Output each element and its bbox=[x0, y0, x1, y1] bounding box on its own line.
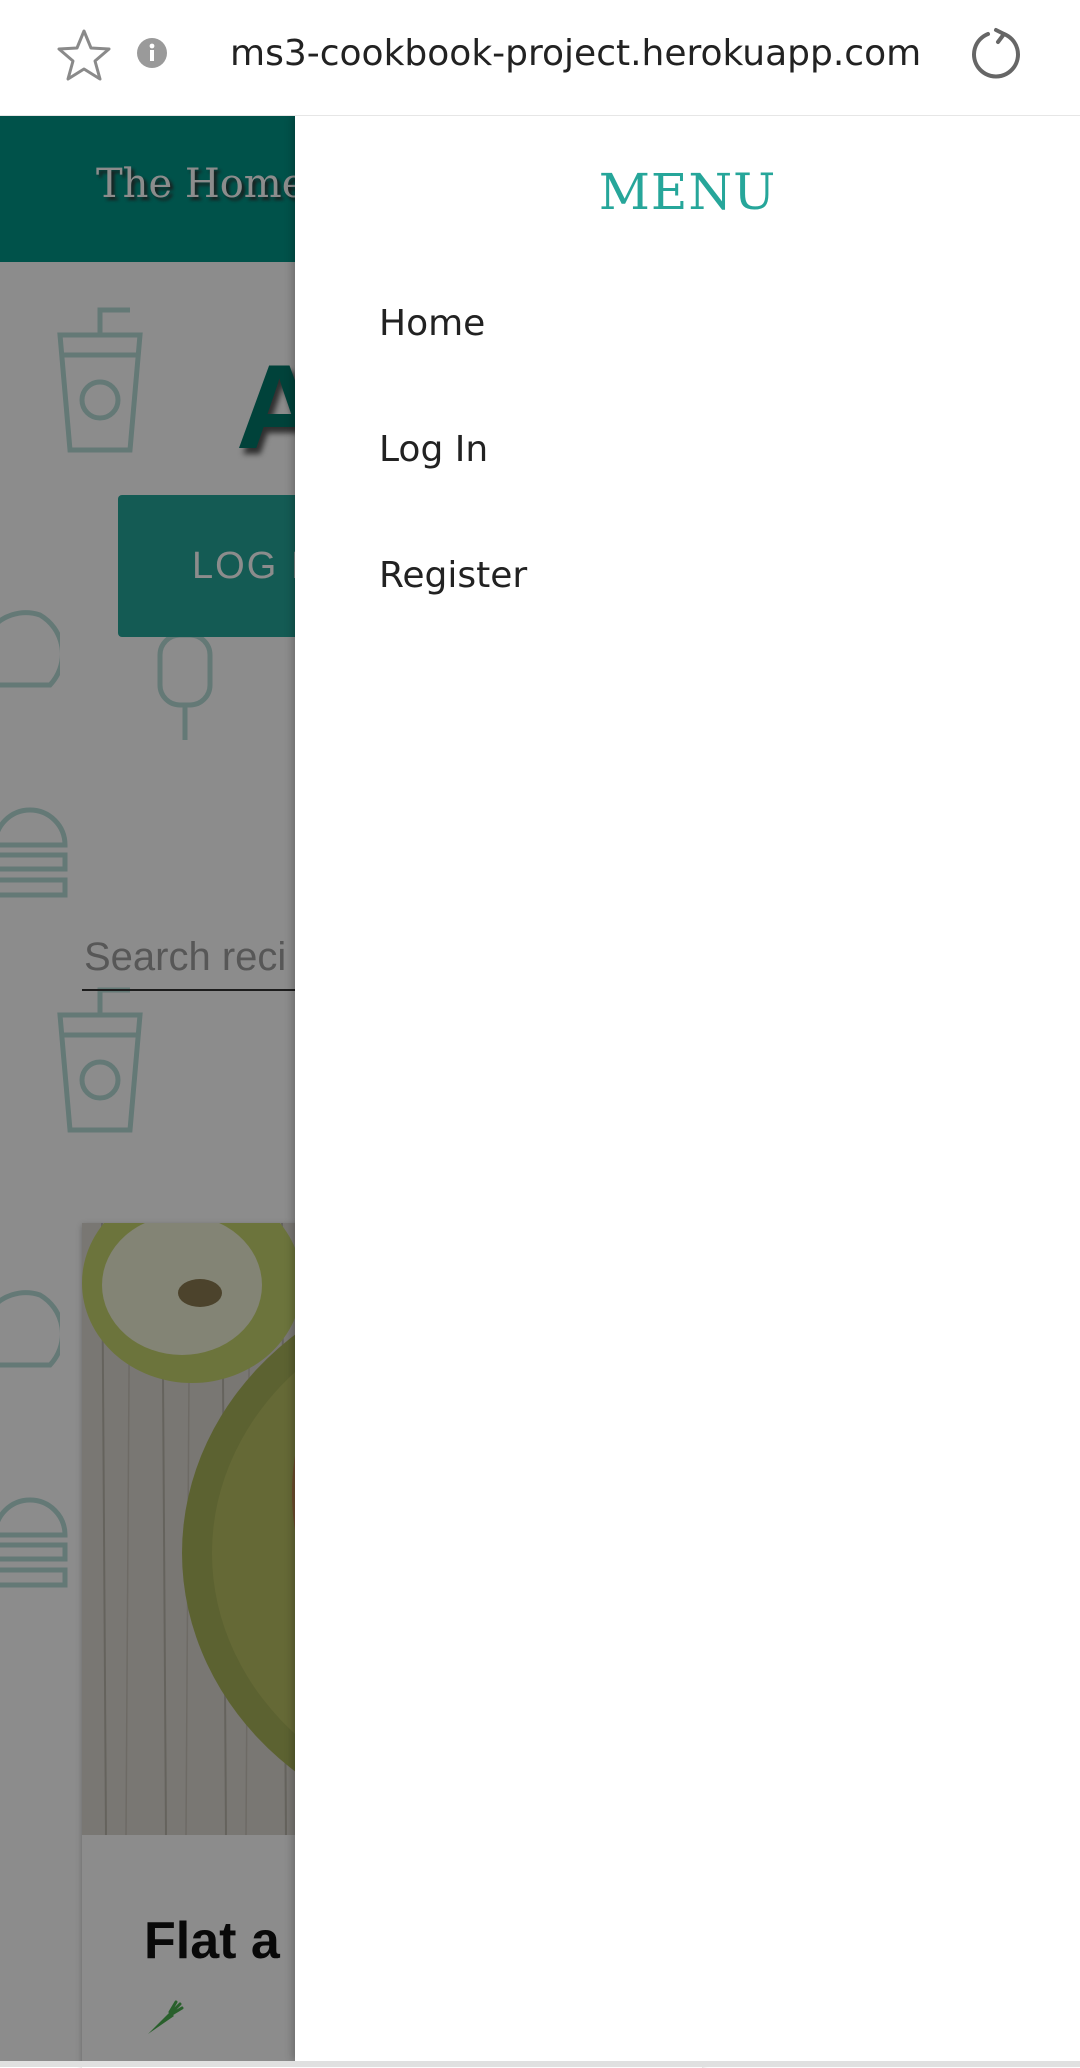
star-icon[interactable] bbox=[56, 27, 112, 83]
info-icon[interactable] bbox=[136, 37, 168, 69]
bottom-divider bbox=[0, 2061, 1080, 2067]
menu-item-home[interactable]: Home bbox=[379, 303, 485, 344]
reload-icon[interactable] bbox=[968, 26, 1024, 82]
browser-toolbar: ms3-cookbook-project.herokuapp.com bbox=[0, 0, 1080, 116]
menu-item-register[interactable]: Register bbox=[379, 555, 527, 596]
side-nav-drawer: MENU Home Log In Register bbox=[295, 115, 1080, 2061]
url-text[interactable]: ms3-cookbook-project.herokuapp.com bbox=[230, 28, 921, 80]
menu-item-login[interactable]: Log In bbox=[379, 429, 488, 470]
menu-title: MENU bbox=[598, 163, 777, 221]
